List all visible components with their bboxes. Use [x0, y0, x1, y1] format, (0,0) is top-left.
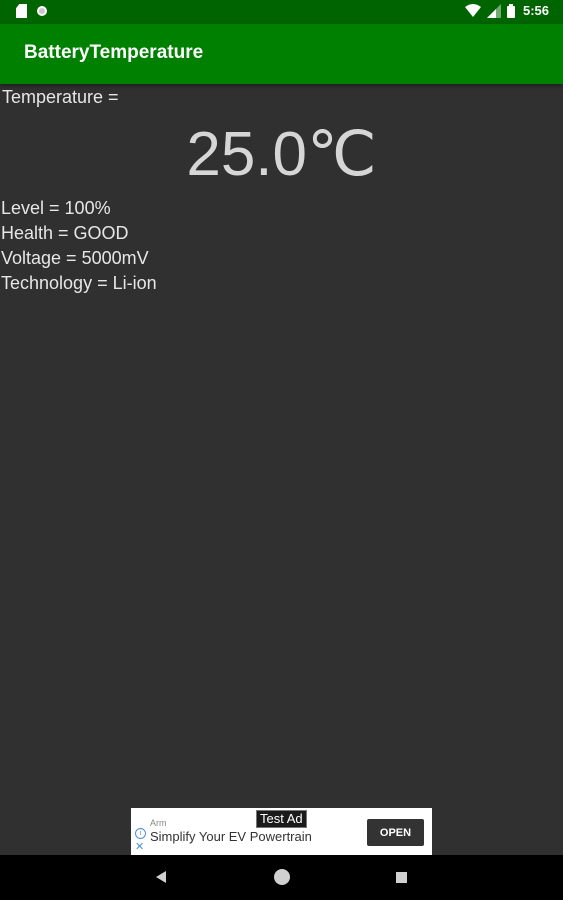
ad-banner[interactable]: Test Ad i ✕ Arm Simplify Your EV Powertr… [131, 808, 432, 855]
sd-card-icon [16, 4, 27, 18]
ad-headline[interactable]: Simplify Your EV Powertrain [150, 829, 312, 844]
ad-close-icon[interactable]: ✕ [135, 840, 144, 853]
temperature-value: 25.0℃ [186, 120, 377, 189]
back-icon[interactable] [156, 871, 166, 883]
home-icon[interactable] [274, 869, 290, 885]
status-right-icons: 5:56 [464, 3, 549, 18]
ad-sponsor: Arm [150, 818, 167, 828]
status-left-icons [16, 4, 47, 18]
health-text: Health = GOOD [1, 223, 129, 243]
wifi-icon [464, 3, 481, 17]
status-bar: 5:56 [0, 0, 563, 24]
app-title: BatteryTemperature [24, 42, 204, 63]
battery-details: Level = 100% Health = GOOD Voltage = 500… [0, 196, 157, 296]
ad-open-button[interactable]: OPEN [367, 819, 424, 846]
voltage-text: Voltage = 5000mV [1, 248, 149, 268]
recents-icon[interactable] [396, 872, 407, 883]
signal-icon [486, 3, 501, 18]
test-ad-badge: Test Ad [256, 810, 307, 828]
ad-info-icon[interactable]: i [135, 828, 146, 839]
notification-dot-icon [37, 6, 47, 16]
level-text: Level = 100% [1, 198, 111, 218]
battery-icon [506, 3, 515, 18]
navigation-bar [0, 855, 563, 900]
technology-text: Technology = Li-ion [1, 273, 157, 293]
temperature-label: Temperature = [2, 87, 119, 107]
app-bar: BatteryTemperature [0, 24, 563, 84]
status-clock: 5:56 [522, 3, 549, 18]
